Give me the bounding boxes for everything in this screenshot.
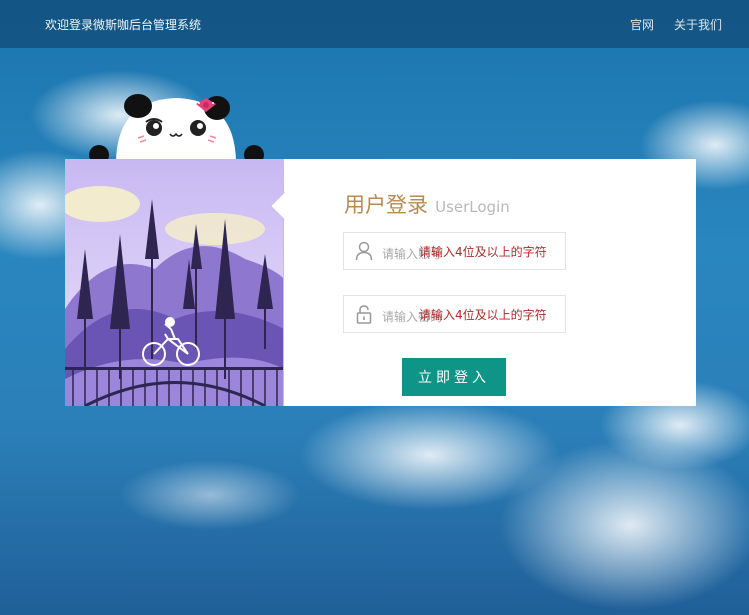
panda-mascot: [89, 94, 264, 164]
site-title: 欢迎登录微斯咖后台管理系统: [45, 18, 202, 32]
password-field[interactable]: 请输入密码 请输入4位及以上的字符: [343, 295, 566, 333]
cloud: [120, 460, 300, 530]
nav-about-us[interactable]: 关于我们: [674, 16, 722, 33]
login-heading: 用户登录 UserLogin: [344, 189, 510, 219]
cycling-illustration: [65, 159, 284, 406]
login-panel: 用户登录 UserLogin 请输入账号 请输入4位及以上的字符 请输入密码 请…: [65, 159, 696, 406]
top-nav: 官网 关于我们: [630, 16, 722, 33]
username-input[interactable]: [344, 233, 565, 269]
panda-left-ear: [124, 94, 152, 118]
login-title: 用户登录: [344, 193, 428, 217]
login-button[interactable]: 立即登入: [402, 358, 506, 396]
nav-official-site[interactable]: 官网: [630, 16, 654, 33]
username-field[interactable]: 请输入账号 请输入4位及以上的字符: [343, 232, 566, 270]
login-subtitle: UserLogin: [435, 198, 510, 216]
password-input[interactable]: [344, 296, 565, 332]
top-bar: 欢迎登录微斯咖后台管理系统 官网 关于我们: [0, 0, 749, 48]
